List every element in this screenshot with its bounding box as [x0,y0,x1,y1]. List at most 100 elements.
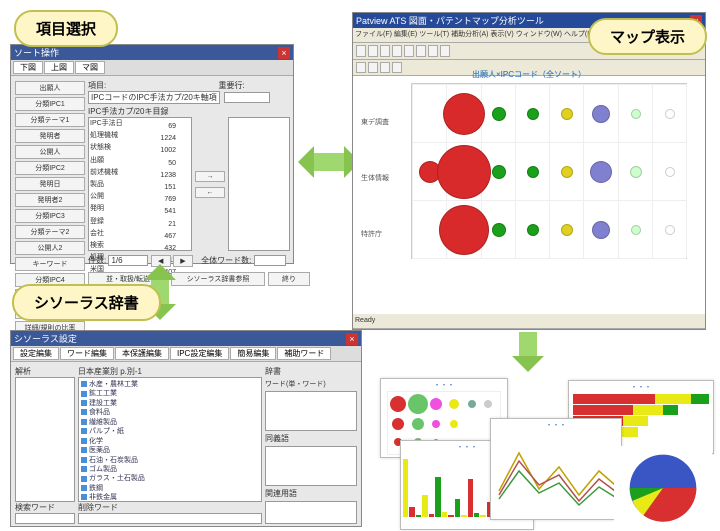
side-button[interactable]: キーワード [15,257,85,271]
toolbar-icon[interactable] [428,45,438,57]
tree-item[interactable]: 鉄鋼 [81,484,259,493]
target-list[interactable] [228,117,290,251]
tree-item[interactable]: ガラス・土石製品 [81,474,259,483]
side-button[interactable]: 発明者 [15,129,85,143]
toolbar-icon[interactable] [392,45,402,57]
select-dialog: ソート操作 × 下図上図マ図 出願人分類IPC1 分類テーマ1 発明者公開人分類IPC… [10,44,294,264]
bubble [492,165,506,179]
grid-row[interactable]: 出願50 [90,156,190,168]
mini-line-chart: ・・・ [490,418,622,520]
toolbar-icon[interactable] [404,45,414,57]
move-left-button[interactable]: ← [195,187,225,198]
sub-header: ワード(単・ワード) [265,379,357,389]
close-icon[interactable]: × [346,333,358,345]
bubble [592,221,610,239]
tab[interactable]: ワード編集 [60,347,114,360]
foot-button[interactable]: シソーラス辞書参照 [171,272,265,286]
select-dialog-tabs[interactable]: 下図上図マ図 [11,60,293,76]
grid-row[interactable]: 状態検1002 [90,143,190,155]
close-icon[interactable]: × [278,47,290,59]
value-grid[interactable]: IPC手法日69処理機械1224状態検1002出願50前述機械1238製品151… [88,117,192,251]
tree-item[interactable]: 繊維製品 [81,418,259,427]
side-button[interactable]: 公開人2 [15,241,85,255]
tree-item[interactable]: 鉱工工業 [81,389,259,398]
map-app-window: Patview ATS 図面・パテントマップ分析ツール× ファイル(F) 編集(… [352,12,706,330]
thesaurus-panel: シソーラス設定× 設定編集ワード編集本保護編集IPC設定編集簡易編集補助ワード … [10,330,362,527]
bubble [665,109,675,119]
mini-pie-chart [614,446,712,526]
tree-item[interactable]: 食料品 [81,408,259,417]
tree-item[interactable]: パルプ・紙 [81,427,259,436]
side-button[interactable]: 分類IPC1 [15,97,85,111]
tree-item[interactable]: 石油・石炭製品 [81,456,259,465]
tree-item[interactable]: 化学 [81,437,259,446]
side-button[interactable]: 発明者2 [15,193,85,207]
tab[interactable]: 本保護編集 [115,347,169,360]
toolbar-icon[interactable] [368,45,378,57]
side-button[interactable]: 分類IPC3 [15,209,85,223]
tab[interactable]: 上図 [44,61,74,74]
tab[interactable]: 設定編集 [13,347,59,360]
bubble [665,167,675,177]
side-button[interactable]: 分類テーマ1 [15,113,85,127]
tab[interactable]: IPC設定編集 [170,347,229,360]
dropdown[interactable]: IPCコードのIPC手法カプ/20キ軸項 [88,91,220,104]
bubble [527,166,539,178]
thesaurus-tabs[interactable]: 設定編集ワード編集本保護編集IPC設定編集簡易編集補助ワード [11,346,361,362]
side-button[interactable]: 出願人 [15,81,85,95]
total-label: 全体ワード数: [201,256,251,265]
move-right-button[interactable]: → [195,171,225,182]
side-button[interactable]: 発明日 [15,177,85,191]
left-list[interactable] [15,377,75,502]
grid-row[interactable]: 登録21 [90,217,190,229]
total-value [254,255,286,266]
pie-svg [614,446,712,526]
label-map-display: マップ表示 [588,18,707,55]
bubble [592,105,610,123]
grid-row[interactable]: 前述機械1238 [90,168,190,180]
grid-row[interactable]: IPC手法日69 [90,119,190,131]
toolbar-icon[interactable] [440,45,450,57]
bubble [561,166,573,178]
y-axis-label: 生体情報 [361,173,389,183]
tree-item[interactable]: 非鉄金属 [81,493,259,502]
tree-item[interactable]: ゴム製品 [81,465,259,474]
toolbar-icon[interactable] [356,45,366,57]
tree-view[interactable]: 水産・農林工業鉱工工業建設工業食料品繊維製品パルプ・紙化学医薬品石油・石炭製品ゴ… [78,377,262,502]
ok-button[interactable]: 終り [268,272,310,286]
spinner[interactable] [224,92,270,103]
bubble [439,205,489,255]
grid-row[interactable]: 発明541 [90,204,190,216]
toolbar-icon[interactable] [416,45,426,57]
delete-input[interactable] [78,513,262,524]
tree-item[interactable]: 水産・農林工業 [81,380,259,389]
related-list[interactable] [265,501,357,524]
box-label: 同義語 [265,433,357,444]
grid-row[interactable]: 検索432 [90,241,190,253]
search-input[interactable] [15,513,75,524]
side-button[interactable]: 分類IPC2 [15,161,85,175]
bubble [492,223,506,237]
bubble [630,166,642,178]
tree-item[interactable]: 建設工業 [81,399,259,408]
select-dialog-titlebar[interactable]: ソート操作 × [11,45,293,60]
dict-list[interactable] [265,391,357,431]
grid-row[interactable]: 製品151 [90,180,190,192]
grid-row[interactable]: 会社467 [90,229,190,241]
side-button[interactable]: 分類テーマ2 [15,225,85,239]
select-dialog-title: ソート操作 [14,46,59,59]
grid-row[interactable]: 処理機械1224 [90,131,190,143]
synonym-list[interactable] [265,446,357,486]
tree-item[interactable]: 医薬品 [81,446,259,455]
grid-row[interactable]: 公開769 [90,192,190,204]
side-button[interactable]: 公開人 [15,145,85,159]
bubble [561,108,573,120]
tab[interactable]: マ図 [75,61,105,74]
thesaurus-titlebar[interactable]: シソーラス設定× [11,331,361,346]
field-label: 項目: [88,81,106,90]
tab[interactable]: 補助ワード [277,347,331,360]
col-header: 辞書 [265,366,357,377]
tab[interactable]: 下図 [13,61,43,74]
tab[interactable]: 簡易編集 [230,347,276,360]
toolbar-icon[interactable] [380,45,390,57]
